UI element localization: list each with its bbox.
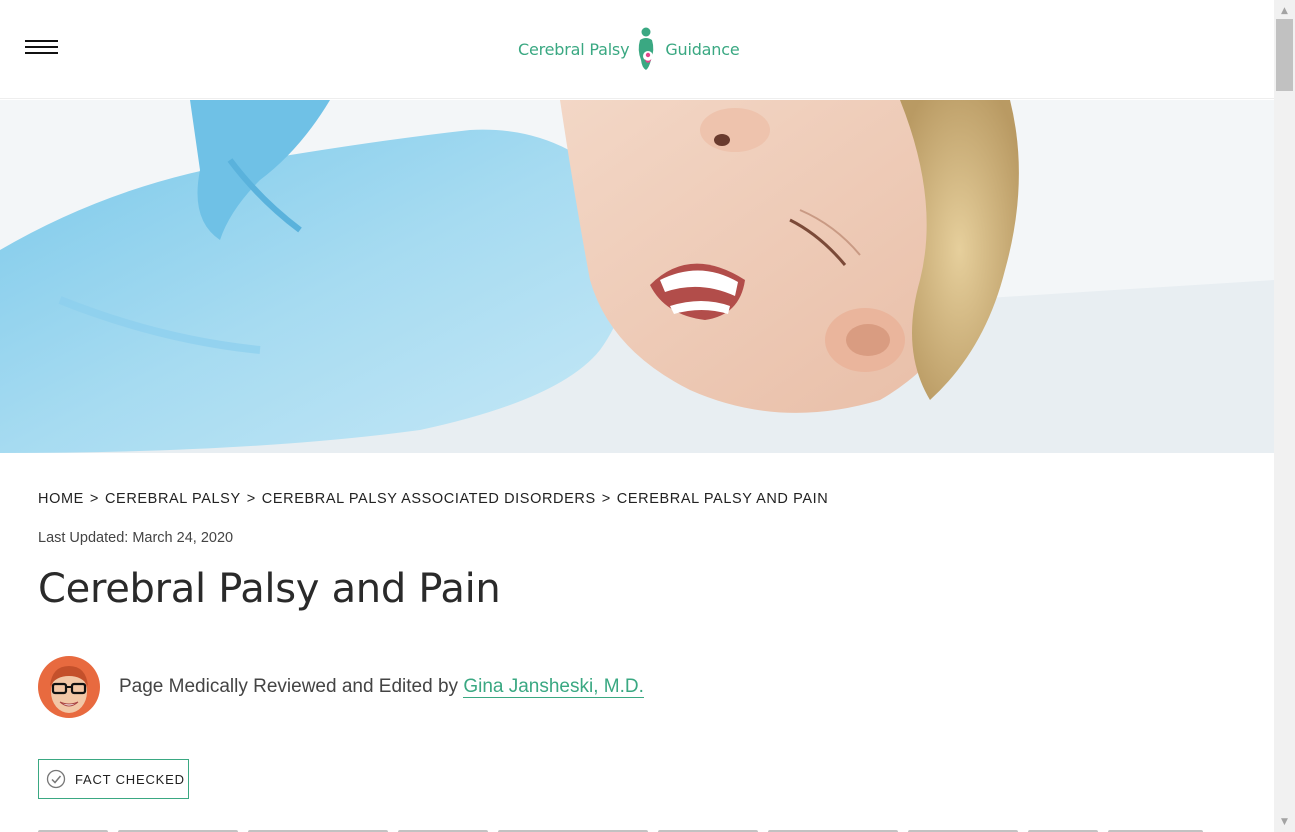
last-updated-label: Last Updated:: [38, 530, 129, 546]
reviewer-block: Page Medically Reviewed and Edited by Gi…: [38, 656, 644, 718]
breadcrumb: HOME > CEREBRAL PALSY > CEREBRAL PALSY ASSOC…: [38, 491, 828, 507]
breadcrumb-cerebral-palsy[interactable]: CEREBRAL PALSY: [105, 491, 241, 507]
reviewer-text: Page Medically Reviewed and Edited by Gi…: [119, 676, 644, 698]
figure-logo-icon: [639, 27, 654, 70]
fact-checked-label: FACT CHECKED: [75, 771, 185, 787]
fact-checked-badge[interactable]: FACT CHECKED: [38, 759, 189, 799]
scrollbar[interactable]: ▲ ▼: [1274, 0, 1295, 832]
breadcrumb-separator: >: [601, 491, 611, 507]
site-logo[interactable]: Cerebral Palsy Guidance: [518, 26, 740, 72]
last-updated-date: March 24, 2020: [132, 530, 234, 546]
article-text-cutoff: [38, 824, 1218, 832]
reviewer-intro: Page Medically Reviewed and Edited by: [119, 676, 459, 697]
reviewer-avatar[interactable]: [38, 656, 100, 718]
scroll-up-arrow-icon[interactable]: ▲: [1274, 2, 1295, 19]
logo-text-right: Guidance: [665, 39, 740, 59]
breadcrumb-current[interactable]: CEREBRAL PALSY AND PAIN: [617, 491, 829, 507]
hero-photo: [0, 100, 1274, 453]
reviewer-name-link[interactable]: Gina Jansheski, M.D.: [463, 676, 644, 698]
breadcrumb-separator: >: [246, 491, 256, 507]
scroll-down-arrow-icon[interactable]: ▼: [1274, 813, 1295, 830]
breadcrumb-separator: >: [89, 491, 99, 507]
page-title: Cerebral Palsy and Pain: [38, 566, 501, 612]
scrollbar-thumb[interactable]: [1276, 19, 1293, 91]
last-updated: Last Updated: March 24, 2020: [38, 530, 233, 546]
site-header: Cerebral Palsy Guidance: [0, 0, 1274, 99]
logo-text-left: Cerebral Palsy: [518, 39, 630, 59]
hamburger-menu-icon[interactable]: [25, 38, 59, 56]
hero-image: [0, 100, 1274, 453]
breadcrumb-associated-disorders[interactable]: CEREBRAL PALSY ASSOCIATED DISORDERS: [262, 491, 596, 507]
page: Cerebral Palsy Guidance HOME > CEREBRAL …: [0, 0, 1274, 832]
breadcrumb-home[interactable]: HOME: [38, 491, 84, 507]
check-circle-icon: [46, 769, 66, 789]
